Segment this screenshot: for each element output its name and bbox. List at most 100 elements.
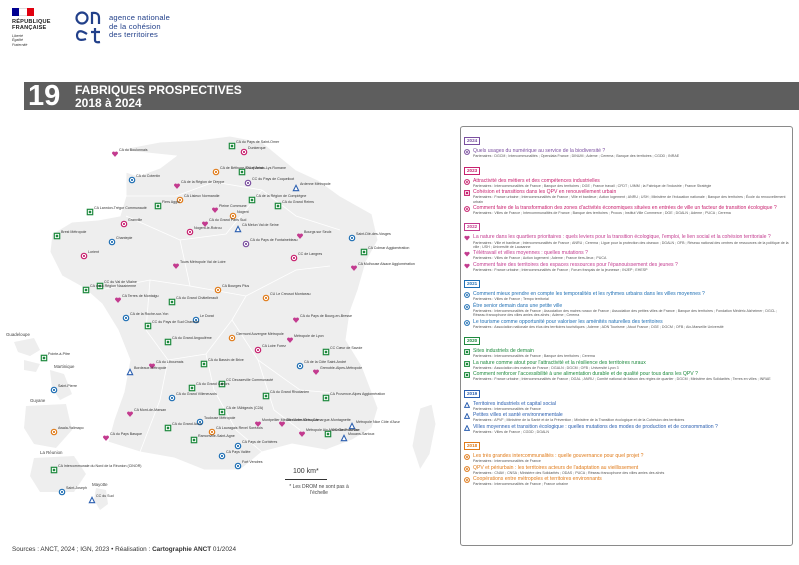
mayotte <box>94 488 108 510</box>
circle-icon <box>464 303 470 310</box>
place-marker <box>188 384 196 392</box>
legend-item-partners: Partenaires : CNAV ; CNSA ; Ministère de… <box>473 470 665 475</box>
republic-line2: FRANÇAISE <box>12 25 47 32</box>
place-marker <box>190 436 198 444</box>
inset-label: Mayotte <box>92 482 108 487</box>
place-label: CA Lauragais Revel Sorézois <box>216 426 263 430</box>
heart-icon <box>464 236 470 241</box>
place-label: Pointe-à-Pitre <box>48 352 70 356</box>
place-marker <box>50 386 58 394</box>
place-label: CA du Grand Paris Sud <box>209 218 246 222</box>
legend-item-partners: Partenaires : Intercommunalités de Franc… <box>473 183 712 188</box>
legend-item: Villes moyennes et transition écologique… <box>464 424 790 435</box>
place-label: CA Melun Val de Seine <box>242 223 279 227</box>
place-label: CA Pays de Corbières <box>242 440 278 444</box>
place-marker <box>214 286 222 294</box>
legend-item-partners: Partenaires : Ville et banlieue ; Interc… <box>473 240 789 249</box>
place-marker <box>112 151 118 157</box>
place-marker <box>82 286 90 294</box>
place-label: CA Lisieux Normandie <box>184 194 220 198</box>
place-marker <box>164 424 172 432</box>
footer-sources-text: Sources : ANCT, 2024 ; IGN, 2023 • Réali… <box>12 546 153 553</box>
place-marker <box>274 202 282 210</box>
inset-label: Guyane <box>30 398 46 403</box>
place-marker <box>144 322 152 330</box>
triangle-icon <box>464 401 470 408</box>
inset-label: Martinique <box>54 364 75 369</box>
scale-bar <box>285 479 327 480</box>
place-marker <box>50 428 58 436</box>
legend-year: 2020 <box>464 337 481 346</box>
square-icon <box>464 190 470 196</box>
legend: 2024 Quels usages du numérique au service… <box>460 126 793 546</box>
place-marker <box>234 462 242 470</box>
inset-label: La Réunion <box>40 450 63 455</box>
legend-item-partners: Partenaires : France urbaine ; Intercomm… <box>473 267 648 272</box>
place-marker <box>154 202 162 210</box>
place-label: Fort Vendres <box>242 460 263 464</box>
square-icon <box>464 360 470 367</box>
legend-item-partners: Partenaires : Intercommunalités de Franc… <box>473 482 569 487</box>
legend-item-partners: Partenaires : Association nationale des … <box>473 324 724 329</box>
legend-year: 2018 <box>464 442 481 451</box>
legend-item-partners: Partenaires : Intercommunalités de Franc… <box>473 308 778 318</box>
place-label: Saint-Dié-des-Vosges <box>356 232 391 236</box>
place-marker <box>212 168 220 176</box>
place-label: CA Lannion-Trégor Communauté <box>94 206 147 210</box>
place-label: CC de Langres <box>298 252 322 256</box>
place-label: Brest Métropole <box>61 230 86 234</box>
legend-item-partners: Partenaires : Villes de France ; Tempo t… <box>473 297 549 302</box>
legend-item: La nature dans les quartiers prioritaire… <box>464 234 790 249</box>
place-marker <box>262 294 270 302</box>
legend-item: Attractivité des métiers et des compéten… <box>464 178 790 189</box>
square-icon <box>464 349 470 356</box>
place-marker <box>234 442 242 450</box>
place-label: Clermont Auvergne Métropole <box>236 332 284 336</box>
corsica <box>411 403 437 472</box>
place-label: CA de l'Albigeois (C2A) <box>226 406 263 410</box>
legend-item: Comment faire de la transformation des z… <box>464 205 790 216</box>
place-marker <box>86 208 94 216</box>
place-label: Mouans-Sartoux <box>348 432 375 436</box>
place-label: CA du Grand Angoulême <box>172 336 212 340</box>
place-label: CA Mulhouse Alsace Agglomération <box>358 262 415 266</box>
place-label: Métropole Nice Côte d'Azur <box>356 420 401 424</box>
svg-text:anct: anct <box>74 9 77 10</box>
legend-item: Comment faire des territoires des espace… <box>464 262 790 273</box>
place-label: Bourgs sur Seulx <box>304 230 332 234</box>
map-title: FABRIQUES PROSPECTIVES 2018 à 2024 <box>75 84 242 110</box>
place-marker <box>348 234 356 242</box>
place-marker <box>88 496 96 504</box>
place-label: CA Bourges Plus <box>222 284 249 288</box>
legend-item-partners: Partenaires : Intercommunalités de Franc… <box>473 354 595 359</box>
circle-icon <box>464 205 470 212</box>
place-marker <box>248 196 256 204</box>
map-number: 19 <box>28 80 61 112</box>
place-label: CA du Grand Auch <box>172 422 202 426</box>
circle-icon <box>464 477 470 484</box>
place-label: Le Dorat <box>200 314 214 318</box>
place-label: Granville <box>128 218 142 222</box>
place-marker <box>322 348 330 356</box>
place-marker <box>164 338 172 346</box>
place-marker <box>228 142 236 150</box>
place-label: Dunkerque <box>248 146 266 150</box>
place-label: CA du Grand Reims <box>282 200 314 204</box>
scale-note: * Les DROM ne sont pas à l'échelle <box>289 484 349 496</box>
legend-year: 2024 <box>464 137 481 145</box>
map-land <box>14 135 437 510</box>
anct-line3: des territoires <box>109 30 158 40</box>
place-label: Ardenne Métropole <box>300 182 331 186</box>
place-marker <box>324 430 332 438</box>
place-label: CA du Boulonnais <box>119 148 148 152</box>
place-marker <box>50 466 58 474</box>
footer-credit: Cartographie ANCT <box>152 546 212 553</box>
place-label: Saint-Joseph <box>66 486 87 490</box>
legend-item-partners: Partenaires : Villes de France ; Interco… <box>473 211 731 215</box>
legend-item: Être senior demain dans une petite ville… <box>464 303 790 318</box>
place-marker <box>244 179 252 187</box>
place-marker <box>108 238 116 246</box>
place-label: CA de la Région de Compiègne <box>256 194 306 198</box>
legend-year: 2021 <box>464 280 481 289</box>
legend-item-partners: Partenaires : Association des maires de … <box>473 365 619 370</box>
